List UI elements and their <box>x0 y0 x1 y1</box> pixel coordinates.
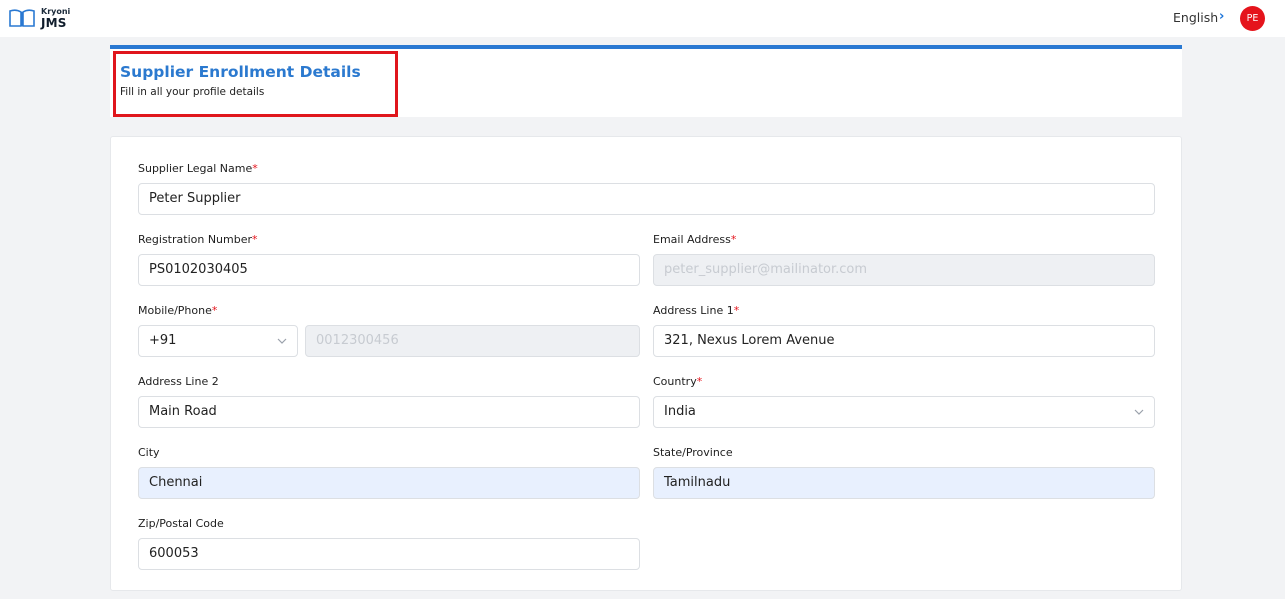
mobile-phone-label: Mobile/Phone* <box>138 304 217 317</box>
state-province-input[interactable]: Tamilnadu <box>653 467 1155 499</box>
top-bar: Kryoni JMS English › PE <box>0 0 1285 37</box>
address-line-2-label: Address Line 2 <box>138 375 219 388</box>
required-marker: * <box>733 304 740 317</box>
state-province-label: State/Province <box>653 446 733 459</box>
email-address-input: peter_supplier@mailinator.com <box>653 254 1155 286</box>
brand-name: JMS <box>41 16 67 30</box>
label-text: Mobile/Phone <box>138 304 212 317</box>
label-text: Supplier Legal Name <box>138 162 253 175</box>
mobile-phone-input: 0012300456 <box>305 325 640 357</box>
required-marker: * <box>252 233 258 246</box>
address-line-2-input[interactable]: Main Road <box>138 396 640 428</box>
page-header-card: Supplier Enrollment Details Fill in all … <box>110 45 1182 117</box>
book-icon <box>9 9 35 27</box>
required-marker: * <box>696 375 703 388</box>
page-subtitle: Fill in all your profile details <box>120 86 265 98</box>
brand-tagline: Kryoni <box>41 7 71 16</box>
page-title: Supplier Enrollment Details <box>120 63 361 81</box>
label-text: Address Line 1 <box>653 304 734 317</box>
required-marker: * <box>252 162 258 175</box>
required-marker: * <box>211 304 218 317</box>
label-text: Country <box>653 375 697 388</box>
country-code-select[interactable]: +91 <box>138 325 298 357</box>
email-address-label: Email Address* <box>653 233 736 246</box>
registration-number-label: Registration Number* <box>138 233 258 246</box>
country-value: India <box>664 404 696 419</box>
supplier-legal-name-label: Supplier Legal Name* <box>138 162 258 175</box>
enrollment-form: Supplier Legal Name* Peter Supplier Regi… <box>110 136 1182 591</box>
address-line-1-label: Address Line 1* <box>653 304 739 317</box>
user-avatar[interactable]: PE <box>1240 6 1265 31</box>
label-text: Registration Number <box>138 233 253 246</box>
label-text: Email Address <box>653 233 731 246</box>
country-select[interactable]: India <box>653 396 1155 428</box>
country-label: Country* <box>653 375 702 388</box>
city-label: City <box>138 446 160 459</box>
city-input[interactable]: Chennai <box>138 467 640 499</box>
zip-postal-code-input[interactable]: 600053 <box>138 538 640 570</box>
zip-postal-code-label: Zip/Postal Code <box>138 517 224 530</box>
supplier-legal-name-input[interactable]: Peter Supplier <box>138 183 1155 215</box>
address-line-1-input[interactable]: 321, Nexus Lorem Avenue <box>653 325 1155 357</box>
registration-number-input[interactable]: PS0102030405 <box>138 254 640 286</box>
chevron-right-icon[interactable]: › <box>1219 9 1224 24</box>
highlight-box <box>113 51 398 117</box>
language-selector[interactable]: English <box>1173 10 1218 25</box>
country-code-value: +91 <box>149 333 177 348</box>
required-marker: * <box>730 233 737 246</box>
app-logo[interactable]: Kryoni JMS <box>8 5 88 31</box>
